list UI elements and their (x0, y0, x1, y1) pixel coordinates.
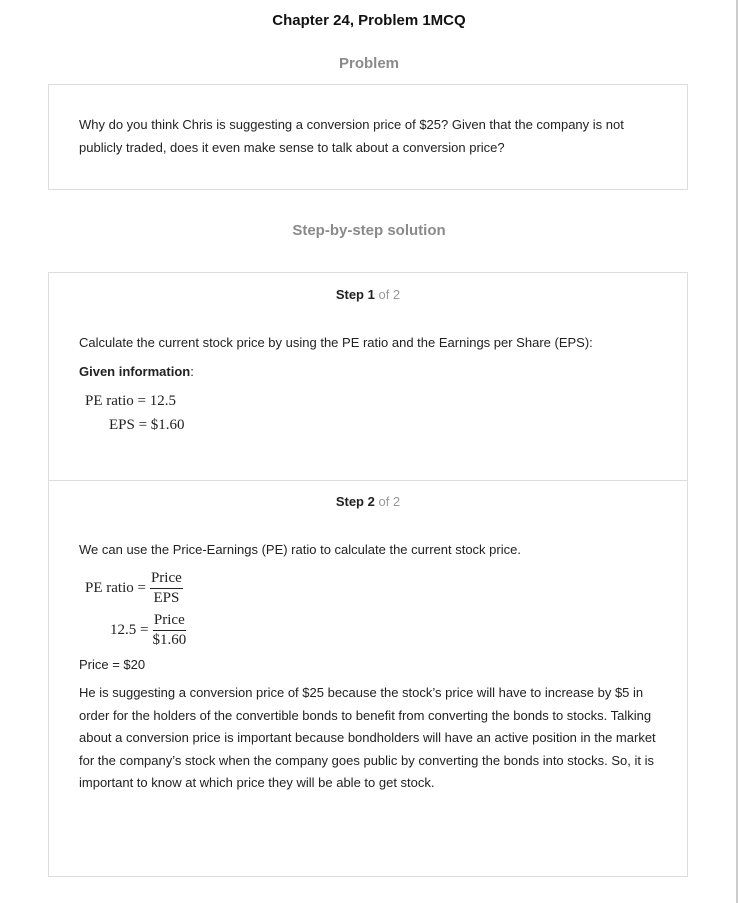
eps-equation: EPS = $1.60 (109, 417, 185, 433)
denominator: $1.60 (152, 632, 187, 648)
problem-text: Why do you think Chris is suggesting a c… (79, 117, 624, 155)
step-1-header: Step 1 of 2 (49, 287, 687, 302)
pe-ratio-equation: PE ratio = 12.5 (85, 393, 176, 409)
step-1: Step 1 of 2 Calculate the current stock … (49, 273, 687, 481)
step-label: Step 2 (335, 494, 375, 509)
solution-heading: Step-by-step solution (292, 222, 446, 239)
result: Price = $20 (79, 656, 146, 672)
given-label: Given information (79, 363, 191, 379)
numerator: Price (152, 612, 186, 631)
step-2: Step 2 of 2 We can use the Price-Earning… (49, 480, 687, 876)
step-2-intro: We can use the Price-Earnings (PE) ratio… (79, 542, 521, 557)
step-count: of 2 (378, 287, 401, 302)
denominator: EPS (153, 590, 180, 606)
problem-box: Why do you think Chris is suggesting a c… (48, 84, 688, 190)
step-2-header: Step 2 of 2 (49, 494, 687, 509)
formula-lhs: 12.5 = (110, 622, 149, 638)
step-label: Step 1 (335, 287, 375, 302)
pe-formula: PE ratio = Price EPS (85, 568, 657, 610)
solution-box: Step 1 of 2 Calculate the current stock … (48, 272, 688, 877)
step-1-intro: Calculate the current stock price by usi… (79, 335, 593, 350)
numerator: Price (149, 570, 183, 589)
step-count: of 2 (378, 494, 401, 509)
colon: : (190, 363, 194, 379)
formula-lhs: PE ratio = (85, 580, 146, 596)
explanation: He is suggesting a conversion price of $… (79, 685, 656, 790)
problem-heading: Problem (338, 55, 399, 72)
substituted-formula: 12.5 = Price $1.60 (110, 610, 657, 652)
page-title: Chapter 24, Problem 1MCQ (272, 12, 466, 29)
